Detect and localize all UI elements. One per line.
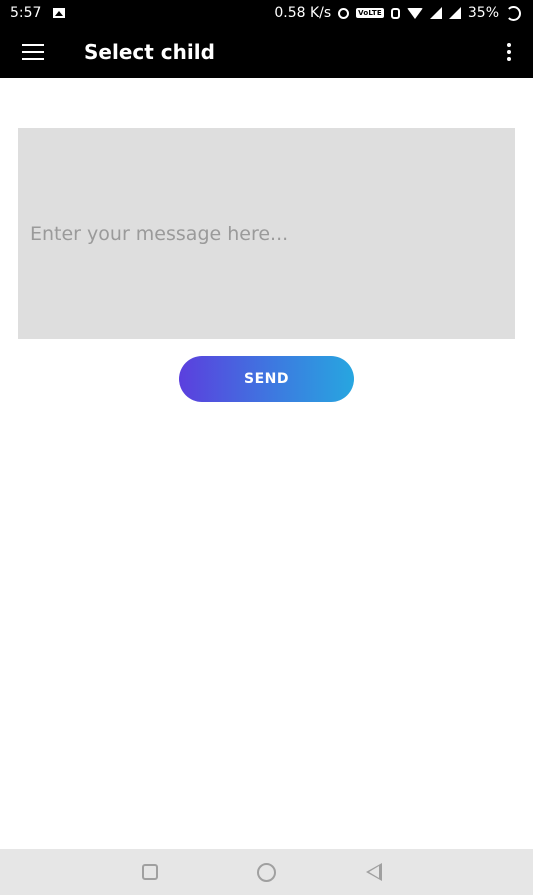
page-title: Select child (84, 40, 215, 64)
message-placeholder: Enter your message here... (30, 222, 289, 245)
volte-badge: VoLTE (356, 8, 384, 18)
wifi-icon (406, 7, 423, 19)
status-left: 5:57 (0, 5, 66, 21)
image-icon (53, 8, 66, 18)
screen: 5:57 0.58 K/s VoLTE 35% Select child Ent… (0, 0, 533, 895)
message-input[interactable]: Enter your message here... (18, 128, 515, 339)
status-time: 5:57 (10, 5, 42, 21)
back-icon[interactable] (366, 863, 382, 881)
signal-icon (429, 7, 442, 19)
battery-percent: 35% (467, 5, 499, 21)
recents-icon[interactable] (142, 864, 158, 880)
signal-icon (448, 7, 461, 19)
status-bar: 5:57 0.58 K/s VoLTE 35% (0, 0, 533, 26)
home-icon[interactable] (257, 863, 276, 882)
network-speed: 0.58 K/s (274, 5, 332, 21)
more-vert-icon[interactable] (507, 43, 511, 61)
app-bar: Select child (0, 26, 533, 78)
send-button[interactable]: SEND (179, 356, 354, 402)
hamburger-menu-icon[interactable] (22, 44, 44, 60)
battery-icon (506, 5, 521, 21)
status-right: 0.58 K/s VoLTE 35% (274, 5, 533, 21)
nav-bar (0, 849, 533, 895)
alarm-icon (338, 7, 350, 19)
vibrate-icon (390, 7, 400, 19)
send-button-label: SEND (244, 371, 289, 387)
